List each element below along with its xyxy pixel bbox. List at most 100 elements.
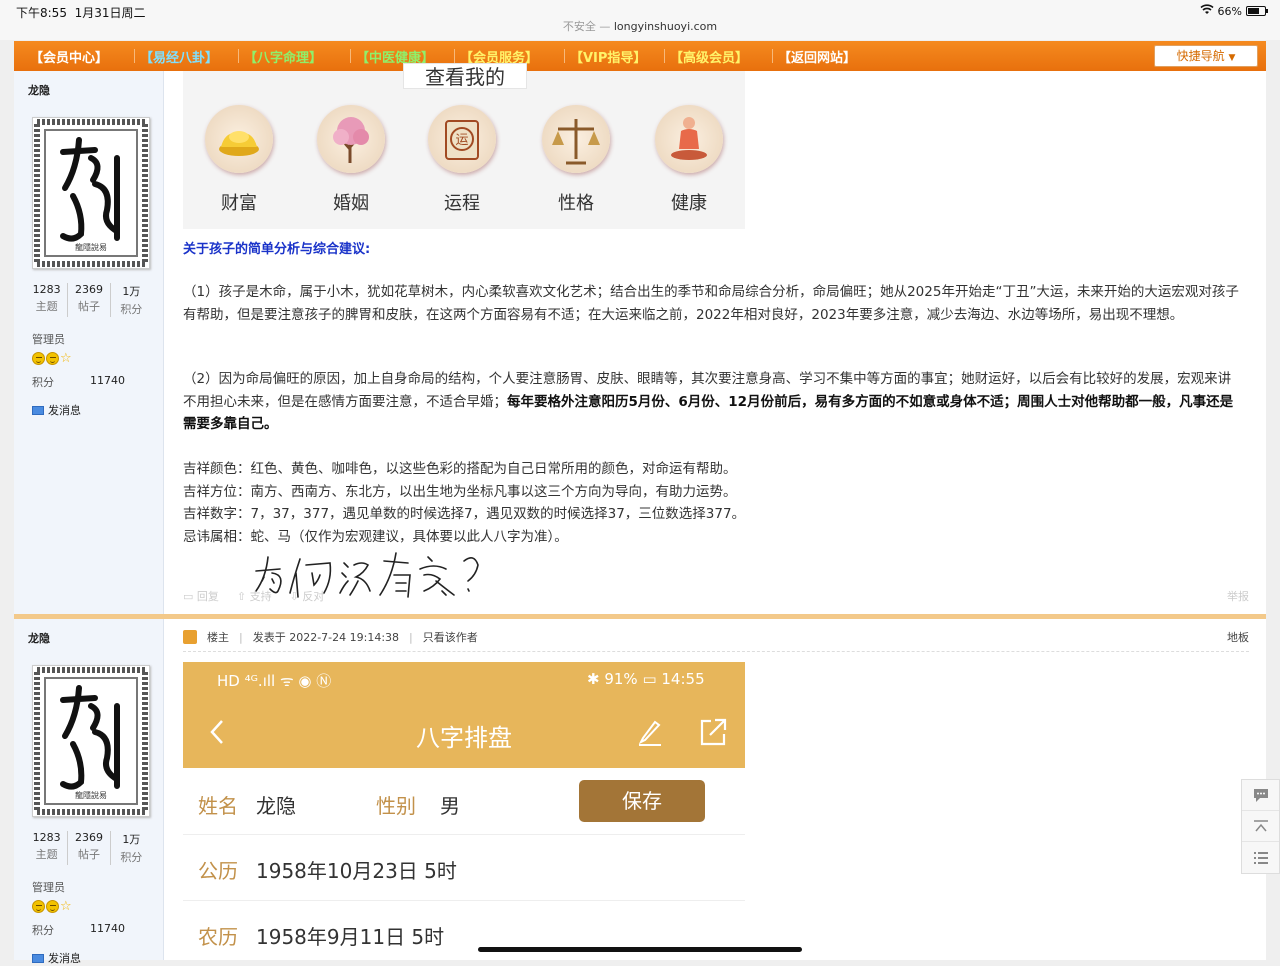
nav-separator	[664, 49, 665, 63]
svg-text:龍隱說易: 龍隱說易	[75, 242, 107, 252]
banner-label-0[interactable]: 财富	[194, 189, 284, 215]
op-icon	[183, 630, 197, 644]
phone-header: HD ⁴ᴳ.ıll ᯤ ◉ Ⓝ ✱ 91% ▭ 14:55 八字排盘	[183, 662, 745, 768]
home-indicator[interactable]	[478, 947, 802, 952]
stat-2[interactable]: 1万 积分	[111, 831, 152, 865]
author-name[interactable]: 龙隐	[28, 630, 50, 646]
star-icon: ☆	[60, 899, 72, 914]
status-bar: 下午8:55 1月31日周二 不安全 — longyinshuoyi.com 6…	[0, 0, 1280, 40]
post-2-meta: 楼主 | 发表于 2022-7-24 19:14:38 | 只看该作者 地板	[183, 629, 1249, 652]
floor-label: 地板	[1227, 631, 1249, 644]
smiley-icon	[46, 900, 59, 913]
author-role: 管理员	[32, 333, 65, 346]
url-text: longyinshuoyi.com	[613, 20, 718, 33]
nav-separator	[772, 49, 773, 63]
support-button[interactable]: ⇧ 支持	[237, 588, 272, 604]
chevron-down-icon: ▼	[1228, 53, 1236, 63]
star-icon: ☆	[60, 351, 72, 366]
meditation-icon[interactable]	[655, 105, 723, 173]
banner-label-1[interactable]: 婚姻	[306, 189, 396, 215]
nav-item-7[interactable]: 【返回网站】	[778, 47, 856, 66]
analysis-heading: 关于孩子的简单分析与综合建议:	[183, 242, 371, 257]
edit-icon[interactable]	[637, 718, 663, 750]
gender-value: 男	[440, 794, 460, 818]
avatar[interactable]: 龍隱說易	[32, 117, 150, 269]
scroll-icon[interactable]: 运	[428, 105, 496, 173]
avatar[interactable]: 龍隱說易	[32, 665, 150, 817]
stat-1[interactable]: 2369 帖子	[68, 831, 111, 865]
analysis-paragraph-2: （2）因为命局偏旺的原因，加上自身命局的结构，个人要注意肠胃、皮肤、眼睛等，其次…	[183, 371, 1234, 432]
stat-0[interactable]: 1283 主题	[26, 831, 69, 865]
banner-label-2[interactable]: 运程	[417, 189, 507, 215]
stat-2[interactable]: 1万 积分	[111, 283, 152, 317]
reply-button[interactable]: ▭ 回复	[183, 588, 219, 604]
status-right: 66%	[1200, 4, 1268, 18]
banner-label-4[interactable]: 健康	[644, 189, 734, 215]
banner-title: 查看我的	[403, 63, 527, 89]
gold-ingot-icon[interactable]	[205, 105, 273, 173]
comment-tool-button[interactable]	[1242, 780, 1279, 811]
post-actions: ▭ 回复 ⇧ 支持 ⇩ 反对 举报	[183, 588, 1249, 604]
analysis-paragraph-1: （1）孩子是木命，属于小木，犹如花草树木，内心柔软喜欢文化艺术；结合出生的季节和…	[183, 284, 1239, 323]
nav-item-0[interactable]: 【会员中心】	[30, 47, 108, 66]
wifi-icon	[1200, 4, 1214, 18]
top-nav: 快捷导航 ▼ 【会员中心】 【易经八卦】 【八字命理】 【中医健康】 【会员服务】 【VI…	[14, 41, 1266, 71]
stat-0[interactable]: 1283 主题	[26, 283, 69, 317]
nav-item-2[interactable]: 【八字命理】	[244, 47, 322, 66]
author-name[interactable]: 龙隐	[28, 82, 50, 98]
view-my-banner: 查看我的 财富 婚姻 运运程 性格 健康	[183, 63, 745, 229]
lunar-value: 1958年9月11日 5时	[256, 925, 445, 949]
forum-page: 龙隐 龍隱說易 1283 主题 2369 帖子 1万 积分 管理员 ☆ 积分 11740 发消息 龙隐 龍隱…	[14, 63, 1266, 965]
blossom-tree-icon[interactable]	[317, 105, 385, 173]
phone-status-right: ✱ 91% ▭ 14:55	[587, 670, 705, 688]
back-to-top-button[interactable]	[1242, 811, 1279, 842]
nav-separator	[350, 49, 351, 63]
nav-separator	[134, 49, 135, 63]
save-button[interactable]: 保存	[579, 780, 705, 822]
author-stats: 1283 主题 2369 帖子 1万 积分	[26, 283, 152, 317]
lucky-line-3: 忌讳属相：蛇、马（仅作为宏观建议，具体要以此人八字为准）。	[183, 528, 568, 545]
nav-item-6[interactable]: 【高级会员】	[670, 47, 748, 66]
report-link[interactable]: 举报	[1227, 588, 1249, 604]
quick-nav-button[interactable]: 快捷导航 ▼	[1154, 45, 1258, 67]
svg-text:龍隱說易: 龍隱說易	[75, 790, 107, 800]
bazi-phone-screenshot: HD ⁴ᴳ.ıll ᯤ ◉ Ⓝ ✱ 91% ▭ 14:55 八字排盘 姓名 龙隐…	[183, 662, 745, 960]
post-divider	[14, 614, 1266, 619]
solar-value: 1958年10月23日 5时	[256, 859, 457, 883]
nav-separator	[454, 49, 455, 63]
send-message-link[interactable]: 发消息	[32, 950, 81, 966]
nav-separator	[238, 49, 239, 63]
scales-icon[interactable]	[542, 105, 610, 173]
only-author-link[interactable]: 只看该作者	[423, 629, 478, 645]
oppose-button[interactable]: ⇩ 反对	[290, 588, 325, 604]
share-icon[interactable]	[697, 716, 729, 752]
smiley-icon	[32, 900, 45, 913]
svg-text:运: 运	[455, 133, 468, 148]
author-score: 积分 11740	[32, 922, 125, 937]
back-to-top-icon	[1254, 820, 1268, 832]
author-score: 积分 11740	[32, 374, 125, 389]
stat-1[interactable]: 2369 帖子	[68, 283, 111, 317]
floating-tools	[1241, 779, 1280, 874]
lucky-line-2: 吉祥数字：7，37，377，遇见单数的时候选择7，遇见双数的时候选择37，三位数…	[183, 506, 746, 522]
lucky-line-0: 吉祥颜色：红色、黄色、咖啡色，以这些色彩的搭配为自己日常所用的颜色，对命运有帮助…	[183, 461, 737, 477]
op-label: 楼主	[207, 631, 229, 644]
envelope-icon	[32, 953, 44, 963]
list-icon	[1254, 852, 1268, 864]
nav-item-5[interactable]: 【VIP指导】	[570, 47, 646, 66]
banner-label-3[interactable]: 性格	[531, 189, 621, 215]
lucky-line-1: 吉祥方位：南方、西南方、东北方，以出生地为坐标凡事以这三个方向为导向，有助力运势…	[183, 483, 737, 500]
list-tool-button[interactable]	[1242, 842, 1279, 873]
send-message-link[interactable]: 发消息	[32, 402, 81, 418]
smiley-icon	[32, 352, 45, 365]
comment-icon	[1254, 789, 1268, 802]
post-time: 发表于 2022-7-24 19:14:38	[252, 631, 400, 644]
solar-row: 公历 1958年10月23日 5时	[183, 834, 745, 898]
nav-item-1[interactable]: 【易经八卦】	[140, 47, 218, 66]
rank-badges: ☆	[32, 900, 72, 913]
nav-separator	[564, 49, 565, 63]
author-role: 管理员	[32, 881, 65, 894]
name-value: 龙隐	[256, 794, 296, 818]
address-bar[interactable]: 不安全 — longyinshuoyi.com	[0, 18, 1280, 34]
insecure-label: 不安全 —	[562, 20, 611, 33]
